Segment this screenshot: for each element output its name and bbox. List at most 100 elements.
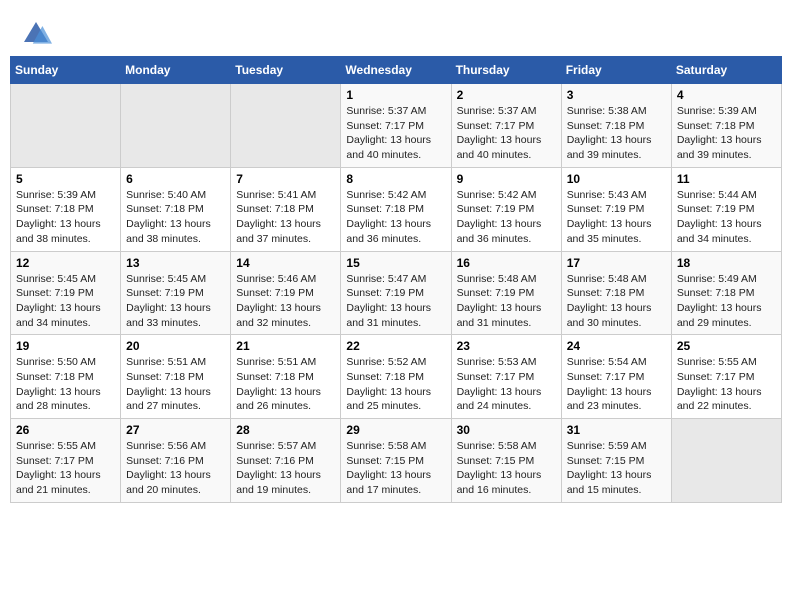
calendar-cell: 23 Sunrise: 5:53 AMSunset: 7:17 PMDayligh… <box>451 335 561 419</box>
day-number: 22 <box>346 339 445 353</box>
day-info: Sunrise: 5:57 AMSunset: 7:16 PMDaylight:… <box>236 439 335 498</box>
calendar-cell: 14 Sunrise: 5:46 AMSunset: 7:19 PMDayligh… <box>231 251 341 335</box>
calendar-cell <box>671 419 781 503</box>
calendar-cell: 25 Sunrise: 5:55 AMSunset: 7:17 PMDayligh… <box>671 335 781 419</box>
day-info: Sunrise: 5:50 AMSunset: 7:18 PMDaylight:… <box>16 355 115 414</box>
calendar-week-row: 26 Sunrise: 5:55 AMSunset: 7:17 PMDayligh… <box>11 419 782 503</box>
calendar-cell: 22Sunrise: 5:52 AMSunset: 7:18 PMDayligh… <box>341 335 451 419</box>
calendar-cell: 30 Sunrise: 5:58 AMSunset: 7:15 PMDayligh… <box>451 419 561 503</box>
page-header <box>10 10 782 56</box>
day-info: Sunrise: 5:48 AMSunset: 7:18 PMDaylight:… <box>567 272 666 331</box>
calendar-cell: 4 Sunrise: 5:39 AMSunset: 7:18 PMDaylight… <box>671 84 781 168</box>
day-number: 20 <box>126 339 225 353</box>
day-info: Sunrise: 5:44 AMSunset: 7:19 PMDaylight:… <box>677 188 776 247</box>
day-info: Sunrise: 5:38 AMSunset: 7:18 PMDaylight:… <box>567 104 666 163</box>
calendar-cell <box>231 84 341 168</box>
column-header-wednesday: Wednesday <box>341 57 451 84</box>
column-header-sunday: Sunday <box>11 57 121 84</box>
day-number: 23 <box>457 339 556 353</box>
day-info: Sunrise: 5:56 AMSunset: 7:16 PMDaylight:… <box>126 439 225 498</box>
day-number: 25 <box>677 339 776 353</box>
calendar-cell: 10 Sunrise: 5:43 AMSunset: 7:19 PMDayligh… <box>561 167 671 251</box>
calendar-week-row: 5 Sunrise: 5:39 AMSunset: 7:18 PMDaylight… <box>11 167 782 251</box>
day-number: 10 <box>567 172 666 186</box>
calendar-cell: 21 Sunrise: 5:51 AMSunset: 7:18 PMDayligh… <box>231 335 341 419</box>
calendar-cell: 27 Sunrise: 5:56 AMSunset: 7:16 PMDayligh… <box>121 419 231 503</box>
day-info: Sunrise: 5:49 AMSunset: 7:18 PMDaylight:… <box>677 272 776 331</box>
calendar-cell: 29Sunrise: 5:58 AMSunset: 7:15 PMDayligh… <box>341 419 451 503</box>
calendar-cell: 9 Sunrise: 5:42 AMSunset: 7:19 PMDaylight… <box>451 167 561 251</box>
calendar-cell: 19 Sunrise: 5:50 AMSunset: 7:18 PMDayligh… <box>11 335 121 419</box>
day-number: 12 <box>16 256 115 270</box>
day-info: Sunrise: 5:40 AMSunset: 7:18 PMDaylight:… <box>126 188 225 247</box>
column-header-tuesday: Tuesday <box>231 57 341 84</box>
day-number: 7 <box>236 172 335 186</box>
calendar-cell: 13Sunrise: 5:45 AMSunset: 7:19 PMDayligh… <box>121 251 231 335</box>
day-number: 4 <box>677 88 776 102</box>
day-number: 17 <box>567 256 666 270</box>
day-info: Sunrise: 5:48 AMSunset: 7:19 PMDaylight:… <box>457 272 556 331</box>
day-number: 28 <box>236 423 335 437</box>
logo <box>20 18 56 50</box>
day-info: Sunrise: 5:39 AMSunset: 7:18 PMDaylight:… <box>16 188 115 247</box>
calendar-cell <box>121 84 231 168</box>
calendar-cell: 2 Sunrise: 5:37 AMSunset: 7:17 PMDaylight… <box>451 84 561 168</box>
day-number: 31 <box>567 423 666 437</box>
day-number: 27 <box>126 423 225 437</box>
day-info: Sunrise: 5:53 AMSunset: 7:17 PMDaylight:… <box>457 355 556 414</box>
day-number: 5 <box>16 172 115 186</box>
day-number: 21 <box>236 339 335 353</box>
calendar-cell: 11 Sunrise: 5:44 AMSunset: 7:19 PMDayligh… <box>671 167 781 251</box>
day-info: Sunrise: 5:37 AMSunset: 7:17 PMDaylight:… <box>457 104 556 163</box>
day-info: Sunrise: 5:55 AMSunset: 7:17 PMDaylight:… <box>677 355 776 414</box>
day-info: Sunrise: 5:59 AMSunset: 7:15 PMDaylight:… <box>567 439 666 498</box>
calendar-cell: 1 Sunrise: 5:37 AMSunset: 7:17 PMDaylight… <box>341 84 451 168</box>
day-number: 24 <box>567 339 666 353</box>
day-info: Sunrise: 5:42 AMSunset: 7:18 PMDaylight:… <box>346 188 445 247</box>
day-number: 1 <box>346 88 445 102</box>
day-info: Sunrise: 5:37 AMSunset: 7:17 PMDaylight:… <box>346 104 445 163</box>
day-info: Sunrise: 5:51 AMSunset: 7:18 PMDaylight:… <box>126 355 225 414</box>
calendar-week-row: 19 Sunrise: 5:50 AMSunset: 7:18 PMDayligh… <box>11 335 782 419</box>
calendar-week-row: 12 Sunrise: 5:45 AMSunset: 7:19 PMDayligh… <box>11 251 782 335</box>
day-info: Sunrise: 5:46 AMSunset: 7:19 PMDaylight:… <box>236 272 335 331</box>
day-info: Sunrise: 5:45 AMSunset: 7:19 PMDaylight:… <box>16 272 115 331</box>
calendar-cell: 15Sunrise: 5:47 AMSunset: 7:19 PMDayligh… <box>341 251 451 335</box>
day-number: 3 <box>567 88 666 102</box>
day-info: Sunrise: 5:43 AMSunset: 7:19 PMDaylight:… <box>567 188 666 247</box>
day-number: 26 <box>16 423 115 437</box>
column-header-saturday: Saturday <box>671 57 781 84</box>
day-info: Sunrise: 5:39 AMSunset: 7:18 PMDaylight:… <box>677 104 776 163</box>
day-info: Sunrise: 5:47 AMSunset: 7:19 PMDaylight:… <box>346 272 445 331</box>
day-number: 9 <box>457 172 556 186</box>
column-header-friday: Friday <box>561 57 671 84</box>
calendar-cell <box>11 84 121 168</box>
calendar-cell: 5 Sunrise: 5:39 AMSunset: 7:18 PMDaylight… <box>11 167 121 251</box>
calendar-cell: 8Sunrise: 5:42 AMSunset: 7:18 PMDaylight… <box>341 167 451 251</box>
calendar-cell: 7 Sunrise: 5:41 AMSunset: 7:18 PMDaylight… <box>231 167 341 251</box>
day-number: 2 <box>457 88 556 102</box>
day-info: Sunrise: 5:55 AMSunset: 7:17 PMDaylight:… <box>16 439 115 498</box>
day-number: 14 <box>236 256 335 270</box>
day-number: 19 <box>16 339 115 353</box>
day-info: Sunrise: 5:51 AMSunset: 7:18 PMDaylight:… <box>236 355 335 414</box>
day-number: 11 <box>677 172 776 186</box>
calendar-header-row: SundayMondayTuesdayWednesdayThursdayFrid… <box>11 57 782 84</box>
calendar-cell: 12 Sunrise: 5:45 AMSunset: 7:19 PMDayligh… <box>11 251 121 335</box>
calendar-cell: 31 Sunrise: 5:59 AMSunset: 7:15 PMDayligh… <box>561 419 671 503</box>
day-number: 29 <box>346 423 445 437</box>
day-info: Sunrise: 5:58 AMSunset: 7:15 PMDaylight:… <box>457 439 556 498</box>
day-info: Sunrise: 5:42 AMSunset: 7:19 PMDaylight:… <box>457 188 556 247</box>
column-header-thursday: Thursday <box>451 57 561 84</box>
calendar-cell: 28 Sunrise: 5:57 AMSunset: 7:16 PMDayligh… <box>231 419 341 503</box>
day-info: Sunrise: 5:41 AMSunset: 7:18 PMDaylight:… <box>236 188 335 247</box>
day-number: 13 <box>126 256 225 270</box>
day-info: Sunrise: 5:54 AMSunset: 7:17 PMDaylight:… <box>567 355 666 414</box>
day-number: 18 <box>677 256 776 270</box>
logo-icon <box>20 18 52 50</box>
calendar-table: SundayMondayTuesdayWednesdayThursdayFrid… <box>10 56 782 503</box>
calendar-cell: 17 Sunrise: 5:48 AMSunset: 7:18 PMDayligh… <box>561 251 671 335</box>
calendar-cell: 20 Sunrise: 5:51 AMSunset: 7:18 PMDayligh… <box>121 335 231 419</box>
day-number: 30 <box>457 423 556 437</box>
column-header-monday: Monday <box>121 57 231 84</box>
